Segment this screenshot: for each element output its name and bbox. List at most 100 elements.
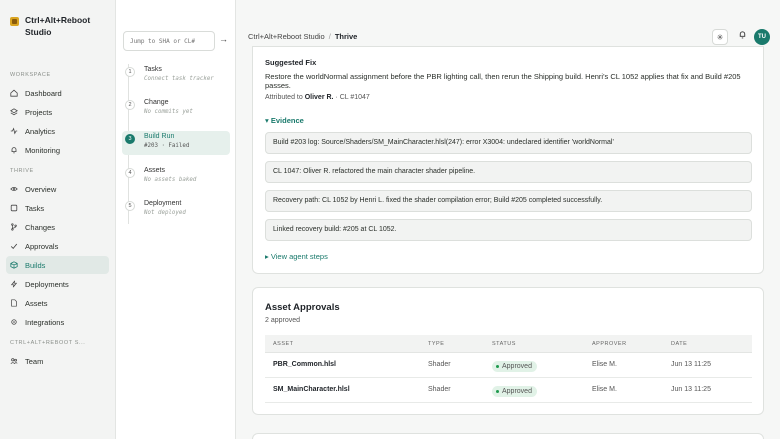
brand-name: Ctrl+Alt+Reboot Studio (25, 15, 91, 37)
nav-section-project: THRIVE (10, 168, 34, 174)
box-icon (10, 204, 18, 212)
sidebar-item-label: Dashboard (25, 88, 62, 98)
sidebar-item-label: Projects (25, 107, 53, 117)
step-title: Build Run (144, 133, 175, 140)
column-header-status: STATUS (492, 341, 516, 347)
view-agent-steps-toggle[interactable]: ▸ View agent steps (265, 252, 328, 261)
caret-down-icon: ▾ (265, 116, 269, 125)
bell-icon (11, 147, 17, 154)
step-number: 5 (125, 201, 135, 211)
cube-icon (10, 261, 18, 269)
step-assets[interactable]: 4 Assets No assets baked (122, 165, 230, 189)
cell-date: Jun 13 11:25 (671, 361, 711, 368)
sidebar-item-label: Analytics (25, 126, 56, 136)
attribution-prefix: Attributed to (265, 94, 303, 101)
evidence-item: Linked recovery build: #205 at CL 1052. (265, 219, 752, 241)
table-row[interactable]: SM_MainCharacter.hlsl Shader Approved El… (265, 378, 752, 403)
evidence-item: Recovery path: CL 1052 by Henri L. fixed… (265, 190, 752, 212)
status-badge: Approved (492, 386, 537, 397)
sidebar-item-tasks[interactable]: Tasks (6, 199, 109, 217)
next-card (252, 433, 764, 439)
nav-section-org: CTRL+ALT+REBOOT S... (10, 340, 86, 346)
asset-approvals-table: ASSET TYPE STATUS APPROVER DATE PBR_Comm… (265, 335, 752, 403)
asset-approvals-card: Asset Approvals 2 approved ASSET TYPE ST… (252, 287, 764, 415)
step-deployment[interactable]: 5 Deployment Not deployed (122, 198, 230, 222)
evidence-toggle[interactable]: ▾ Evidence (265, 116, 304, 125)
avatar[interactable]: TU (754, 29, 770, 45)
column-header-asset: ASSET (273, 341, 294, 347)
step-subtitle: Connect task tracker (144, 76, 214, 82)
sidebar-item-overview[interactable]: Overview (6, 180, 109, 198)
evidence-label: Evidence (270, 116, 304, 125)
file-icon (11, 299, 17, 307)
step-tasks[interactable]: 1 Tasks Connect task tracker (122, 64, 230, 88)
step-subtitle: No assets baked (144, 177, 197, 183)
suggested-fix-label: Suggested Fix (265, 58, 317, 67)
sidebar-item-label: Tasks (25, 203, 45, 213)
step-title: Tasks (144, 66, 162, 73)
step-title: Deployment (144, 200, 182, 207)
asset-approvals-count: 2 approved (265, 317, 301, 324)
brand[interactable]: Ctrl+Alt+Reboot Studio (0, 0, 115, 66)
layers-icon (10, 108, 18, 116)
breadcrumb-org[interactable]: Ctrl+Alt+Reboot Studio (248, 32, 325, 41)
sidebar-item-changes[interactable]: Changes (6, 218, 109, 236)
sidebar-item-integrations[interactable]: Integrations (6, 313, 109, 331)
sidebar-item-label: Overview (25, 184, 57, 194)
suggested-fix-card: Suggested Fix Restore the worldNormal as… (252, 46, 764, 274)
sidebar-item-dashboard[interactable]: Dashboard (6, 84, 109, 102)
cell-type: Shader (428, 361, 451, 368)
sidebar-item-label: Deployments (25, 279, 69, 289)
cell-date: Jun 13 11:25 (671, 386, 711, 393)
sidebar-item-label: Assets (25, 298, 48, 308)
breadcrumb-project[interactable]: Thrive (335, 32, 358, 41)
cell-approver: Elise M. (592, 361, 617, 368)
table-row[interactable]: PBR_Common.hlsl Shader Approved Elise M.… (265, 353, 752, 378)
breadcrumb: Ctrl+Alt+Reboot Studio / Thrive (248, 32, 357, 41)
sidebar-item-assets[interactable]: Assets (6, 294, 109, 312)
cell-approver: Elise M. (592, 386, 617, 393)
suggested-fix-text: Restore the worldNormal assignment befor… (265, 72, 741, 90)
sidebar-item-projects[interactable]: Projects (6, 103, 109, 121)
cell-type: Shader (428, 386, 451, 393)
pipeline-steps-panel: → 1 Tasks Connect task tracker 2 Change … (116, 0, 236, 439)
sidebar-item-label: Changes (25, 222, 56, 232)
status-badge: Approved (492, 361, 537, 372)
sidebar: Ctrl+Alt+Reboot Studio WORKSPACE Dashboa… (0, 0, 116, 439)
step-number: 2 (125, 100, 135, 110)
theme-toggle-button[interactable]: ✳ (712, 29, 728, 45)
arrow-right-icon[interactable]: → (219, 34, 228, 44)
sidebar-item-label: Team (25, 356, 44, 366)
activity-icon (10, 127, 18, 135)
bolt-icon (10, 280, 18, 288)
attribution-cl: · CL #1047 (335, 94, 370, 101)
sidebar-item-label: Builds (25, 260, 46, 270)
sidebar-item-label: Approvals (25, 241, 59, 251)
git-branch-icon (11, 223, 17, 231)
evidence-item: Build #203 log: Source/Shaders/SM_MainCh… (265, 132, 752, 154)
brand-logo-icon (10, 17, 19, 26)
column-header-date: DATE (671, 341, 688, 347)
sidebar-item-analytics[interactable]: Analytics (6, 122, 109, 140)
sidebar-item-monitoring[interactable]: Monitoring (6, 141, 109, 159)
step-subtitle: No commits yet (144, 109, 193, 115)
sidebar-item-builds[interactable]: Builds (6, 256, 109, 274)
eye-icon (10, 187, 18, 191)
step-change[interactable]: 2 Change No commits yet (122, 97, 230, 121)
column-header-type: TYPE (428, 341, 445, 347)
home-icon (10, 89, 18, 97)
attribution-name: Oliver R. (304, 94, 334, 101)
sidebar-item-label: Integrations (25, 317, 65, 327)
nav-section-workspace: WORKSPACE (10, 72, 51, 78)
sidebar-item-deployments[interactable]: Deployments (6, 275, 109, 293)
jump-to-sha-input[interactable] (123, 31, 215, 51)
notifications-bell-icon[interactable] (738, 30, 747, 41)
step-title: Change (144, 99, 169, 106)
sun-icon: ✳ (716, 32, 724, 42)
caret-right-icon: ▸ (265, 252, 269, 261)
sidebar-item-team[interactable]: Team (6, 352, 109, 370)
sidebar-item-label: Monitoring (25, 145, 61, 155)
step-build-run[interactable]: 3 Build Run #203 · Failed (122, 131, 230, 155)
attribution: Attributed to Oliver R. · CL #1047 (265, 94, 370, 101)
sidebar-item-approvals[interactable]: Approvals (6, 237, 109, 255)
